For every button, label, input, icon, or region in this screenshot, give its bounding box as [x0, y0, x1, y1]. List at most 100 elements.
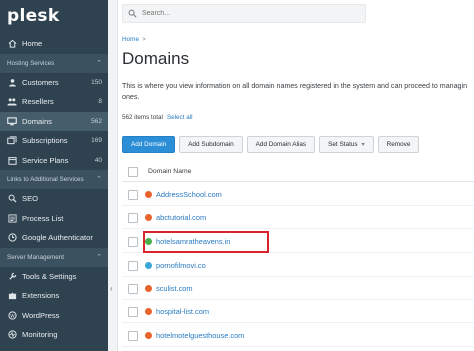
plesk-logo[interactable]: plesk — [0, 0, 108, 34]
sidebar-item-customers[interactable]: Customers 150 — [0, 73, 108, 93]
set-status-label: Set Status — [328, 141, 358, 148]
row-checkbox[interactable] — [128, 306, 138, 317]
items-summary: 562 items total Select all — [122, 114, 193, 121]
count-badge: 8 — [98, 98, 102, 106]
sidebar-item-label: Monitoring — [22, 330, 58, 340]
sidebar-item-subscriptions[interactable]: Subscriptions 169 — [0, 131, 108, 151]
sidebar-item-seo[interactable]: SEO — [0, 189, 108, 209]
sidebar-item-label: Customers — [22, 77, 59, 87]
puzzle-icon — [7, 291, 17, 301]
search-icon — [128, 9, 137, 18]
set-status-button[interactable]: Set Status ▾ — [319, 136, 374, 153]
breadcrumb: Home > — [122, 36, 146, 43]
section-label: Server Management — [7, 253, 65, 261]
sidebar-item-label: Resellers — [22, 97, 54, 107]
chevron-up-icon: ⌃ — [96, 253, 102, 261]
sidebar-item-process-list[interactable]: Process List — [0, 209, 108, 229]
sidebar-item-google-authenticator[interactable]: Google Authenticator — [0, 228, 108, 248]
authenticator-icon — [7, 233, 17, 243]
add-domain-alias-button[interactable]: Add Domain Alias — [246, 136, 316, 153]
pulse-icon — [7, 330, 17, 340]
wrench-icon — [7, 271, 17, 281]
sidebar-item-label: Extensions — [22, 291, 60, 301]
domain-link[interactable]: pornofilmovi.co — [156, 261, 206, 270]
sidebar-section-server-management[interactable]: Server Management ⌃ — [0, 247, 108, 267]
row-checkbox[interactable] — [128, 283, 138, 294]
top-bar — [118, 0, 474, 30]
select-all-checkbox[interactable] — [128, 166, 138, 177]
table-row: hospital-list.com — [122, 301, 474, 323]
breadcrumb-home-link[interactable]: Home — [122, 36, 139, 43]
domain-link[interactable]: hotelmotelguesthouse.com — [156, 331, 244, 340]
home-icon — [7, 39, 17, 49]
sidebar-item-label: Home — [22, 39, 43, 49]
count-badge: 40 — [94, 156, 102, 164]
domain-favicon-icon — [145, 308, 152, 315]
domain-favicon-icon — [145, 262, 152, 269]
sidebar-item-home[interactable]: Home — [0, 34, 108, 54]
select-all-link[interactable]: Select all — [167, 114, 193, 121]
domain-link[interactable]: abctutorial.com — [156, 213, 206, 222]
wordpress-icon: W — [7, 310, 17, 320]
svg-text:W: W — [10, 313, 15, 319]
search-box[interactable] — [122, 4, 366, 23]
sidebar-section-hosting-services[interactable]: Hosting Services ⌃ — [0, 53, 108, 73]
row-checkbox[interactable] — [128, 236, 138, 247]
sidebar-item-resellers[interactable]: Resellers 8 — [0, 92, 108, 112]
seo-icon — [7, 194, 17, 204]
monitor-icon — [7, 116, 17, 126]
breadcrumb-separator: > — [142, 36, 146, 43]
sidebar-item-wordpress[interactable]: W WordPress — [0, 306, 108, 326]
sidebar-item-tools-settings[interactable]: Tools & Settings — [0, 267, 108, 287]
sidebar-item-service-plans[interactable]: Service Plans 40 — [0, 151, 108, 171]
table-header: Domain Name — [122, 162, 474, 182]
domain-link[interactable]: AddressSchool.com — [156, 190, 222, 199]
domain-link[interactable]: sculist.com — [156, 284, 193, 293]
domain-link[interactable]: hospital-list.com — [156, 307, 209, 316]
items-total: 562 items total — [122, 114, 163, 121]
sidebar-item-label: Tools & Settings — [22, 271, 77, 281]
chevron-up-icon: ⌃ — [96, 59, 102, 67]
sidebar-item-label: SEO — [22, 194, 39, 204]
search-input[interactable] — [142, 10, 342, 17]
row-checkbox[interactable] — [128, 330, 138, 341]
domain-favicon-icon — [145, 214, 152, 221]
sidebar: plesk Home Hosting Services ⌃ Customers … — [0, 0, 108, 351]
sidebar-collapse-handle[interactable]: ‹ — [108, 0, 118, 351]
sidebar-item-label: WordPress — [22, 310, 60, 320]
section-label: Links to Additional Services — [7, 176, 84, 183]
page-title: Domains — [122, 49, 190, 68]
column-header-domain-name[interactable]: Domain Name — [148, 168, 191, 175]
toolbar: Add Domain Add Subdomain Add Domain Alia… — [122, 136, 423, 154]
add-domain-button[interactable]: Add Domain — [122, 136, 176, 153]
domain-favicon-icon — [145, 191, 152, 198]
row-checkbox[interactable] — [128, 212, 138, 223]
sidebar-item-monitoring[interactable]: Monitoring — [0, 325, 108, 345]
count-badge: 169 — [91, 137, 102, 145]
users-icon — [7, 97, 17, 107]
table-row: sculist.com — [122, 278, 474, 300]
user-icon — [7, 77, 17, 87]
chevron-up-icon: ⌃ — [96, 176, 102, 183]
section-label: Hosting Services — [7, 59, 55, 67]
main-content: Home> Domains This is where you view inf… — [118, 0, 474, 351]
row-checkbox[interactable] — [128, 189, 138, 200]
sidebar-item-extensions[interactable]: Extensions — [0, 286, 108, 306]
description-line: ones. — [122, 92, 140, 101]
add-subdomain-button[interactable]: Add Subdomain — [179, 136, 243, 153]
sidebar-item-label: Google Authenticator — [22, 233, 93, 243]
cards-icon — [7, 136, 17, 146]
highlight-box — [143, 231, 269, 253]
table-row: abctutorial.com — [122, 207, 474, 229]
remove-button[interactable]: Remove — [377, 136, 420, 153]
domain-favicon-icon — [145, 332, 152, 339]
sidebar-section-links[interactable]: Links to Additional Services ⌃ — [0, 170, 108, 189]
sidebar-item-domains[interactable]: Domains 562 — [0, 111, 108, 131]
chevron-left-icon: ‹ — [110, 284, 113, 293]
calendar-icon — [7, 155, 17, 165]
table-row: pornofilmovi.co — [122, 255, 474, 277]
sidebar-item-label: Subscriptions — [22, 136, 68, 146]
row-checkbox[interactable] — [128, 260, 138, 271]
page-description: This is where you view information on al… — [122, 81, 474, 102]
table-row: AddressSchool.com — [122, 184, 474, 206]
